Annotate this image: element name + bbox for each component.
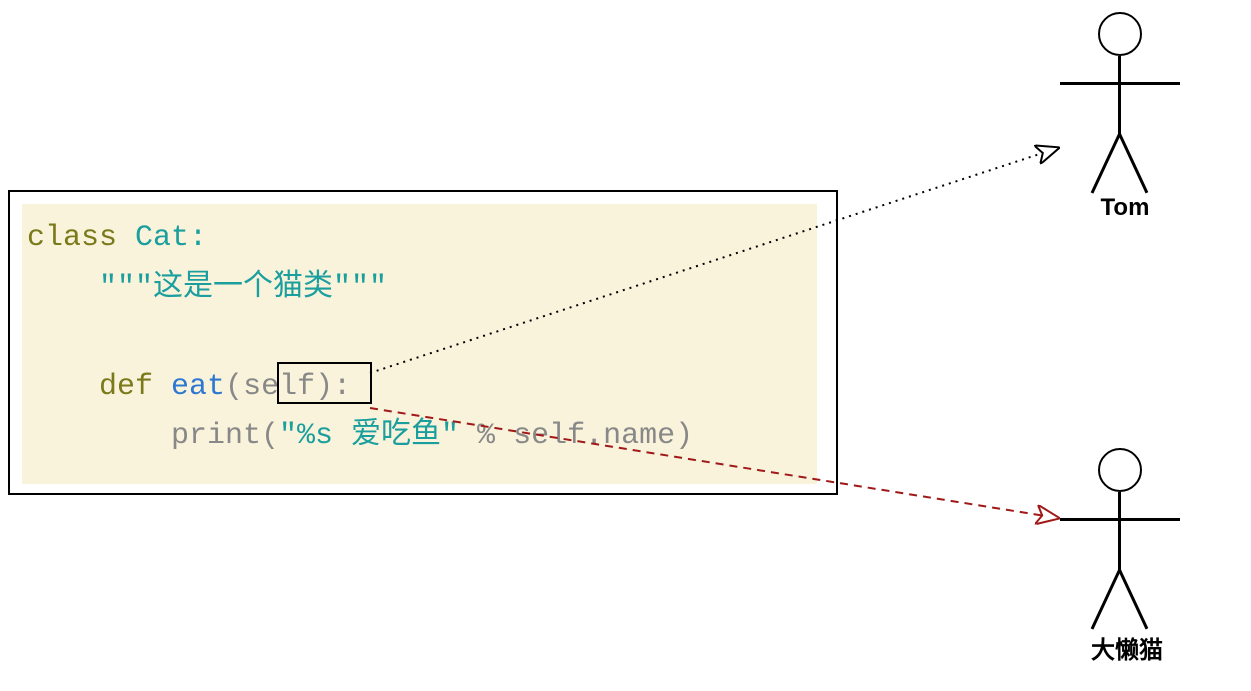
code-line-blank bbox=[27, 313, 812, 363]
stick-leg-right bbox=[1118, 133, 1148, 193]
attr-name: name bbox=[603, 419, 675, 453]
class-name: Cat bbox=[135, 221, 189, 255]
stick-arms bbox=[1060, 518, 1180, 521]
self-ref: self bbox=[513, 419, 585, 453]
figure-label-lazy-cat: 大懒猫 bbox=[1082, 630, 1172, 665]
method-name: eat bbox=[171, 370, 225, 404]
code-line-4: print("%s 爱吃鱼" % self.name) bbox=[27, 412, 812, 462]
code-block: class Cat: """这是一个猫类""" def eat(self): p… bbox=[22, 204, 817, 484]
figure-label-tom: Tom bbox=[1095, 194, 1155, 222]
stick-leg-left bbox=[1091, 569, 1121, 629]
colon: : bbox=[189, 221, 207, 255]
stick-body bbox=[1118, 492, 1121, 572]
code-line-3: def eat(self): bbox=[27, 363, 812, 413]
rparen2: ) bbox=[675, 419, 693, 453]
keyword-class: class bbox=[27, 221, 117, 255]
stick-head-icon bbox=[1098, 448, 1142, 492]
stick-leg-left bbox=[1091, 133, 1121, 193]
lparen2: ( bbox=[261, 419, 279, 453]
code-container: class Cat: """这是一个猫类""" def eat(self): p… bbox=[8, 190, 838, 495]
stick-arms bbox=[1060, 82, 1180, 85]
stick-head-icon bbox=[1098, 12, 1142, 56]
lparen: ( bbox=[225, 370, 243, 404]
string-literal: "%s 爱吃鱼" bbox=[279, 419, 459, 453]
docstring: """这是一个猫类""" bbox=[99, 271, 387, 305]
print-fn: print bbox=[171, 419, 261, 453]
code-line-1: class Cat: bbox=[27, 214, 812, 264]
percent-op: % bbox=[459, 419, 513, 453]
stick-leg-right bbox=[1118, 569, 1148, 629]
stick-body bbox=[1118, 56, 1121, 136]
keyword-def: def bbox=[99, 370, 153, 404]
self-highlight-box bbox=[277, 362, 372, 404]
dot: . bbox=[585, 419, 603, 453]
code-line-2: """这是一个猫类""" bbox=[27, 264, 812, 314]
